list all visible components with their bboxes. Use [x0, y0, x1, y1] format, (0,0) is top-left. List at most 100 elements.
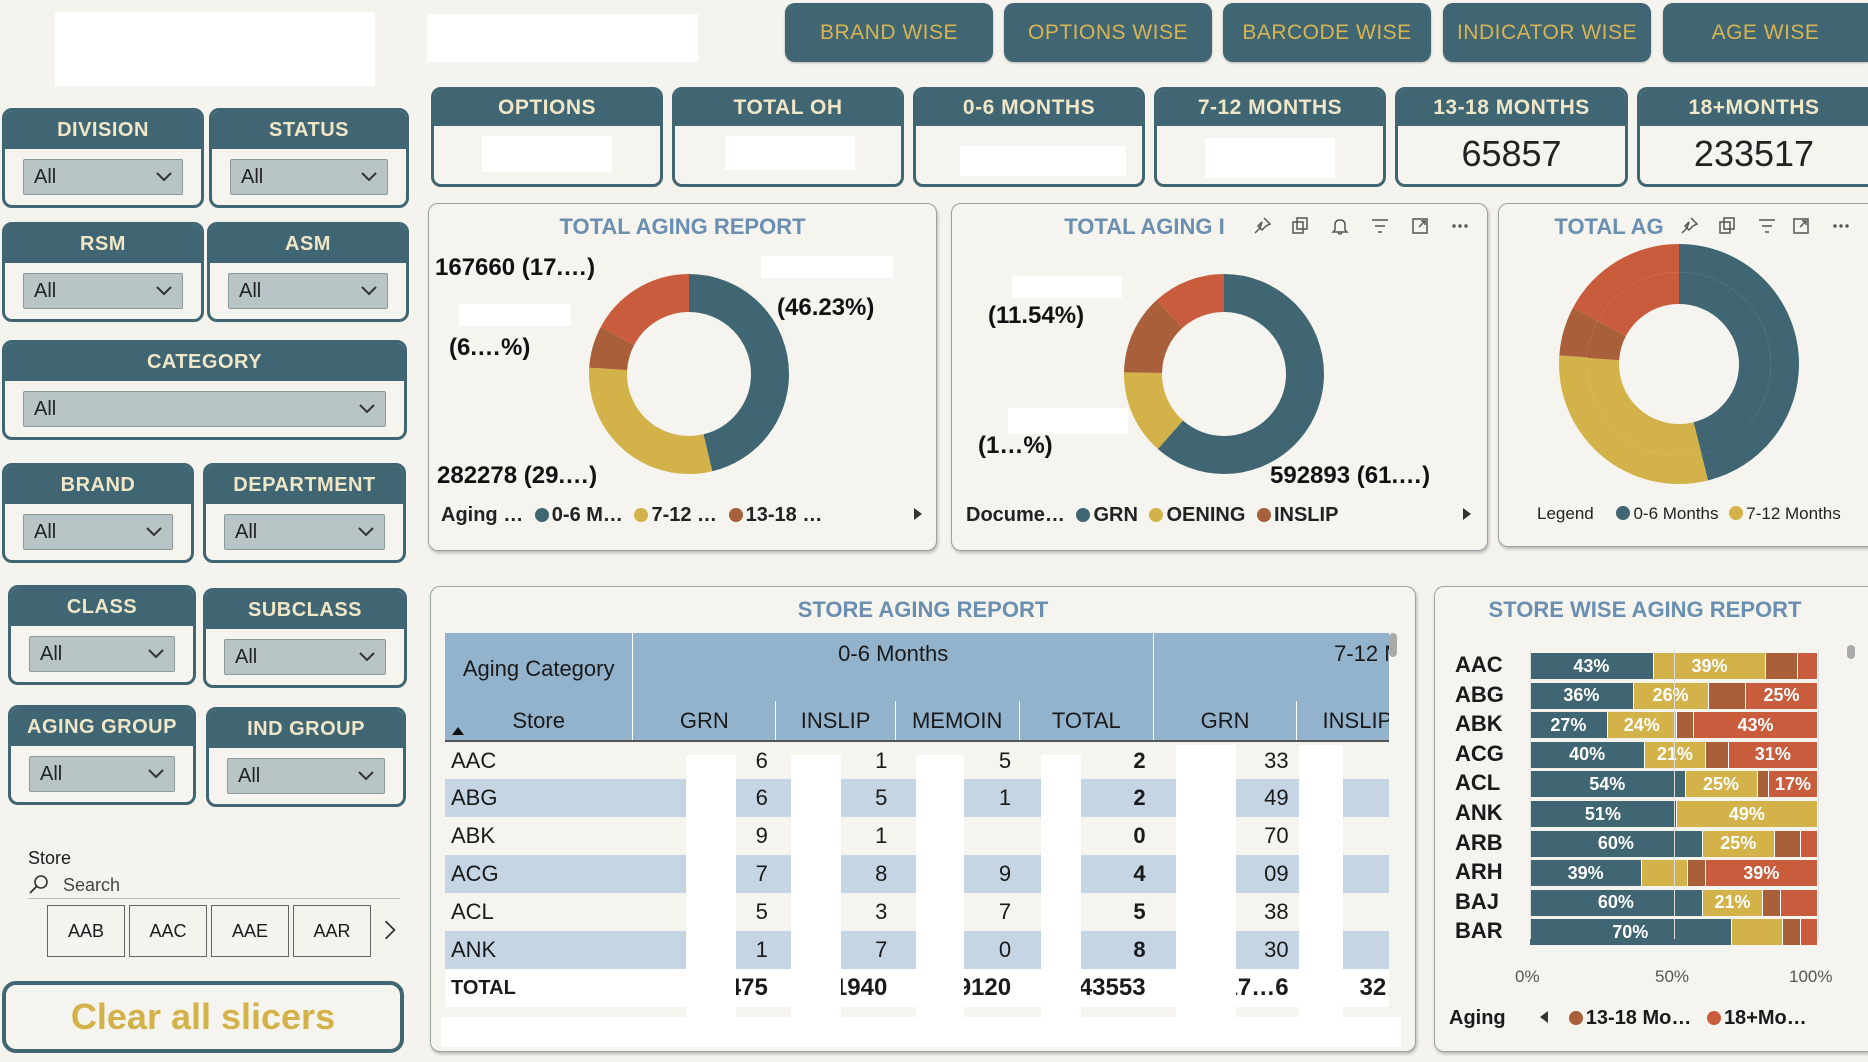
status-slicer: STATUS All — [209, 108, 409, 208]
subclass-dropdown[interactable]: All — [224, 639, 386, 675]
segment-18-plus-months[interactable] — [1800, 919, 1818, 946]
segment-7-12-months[interactable] — [1731, 919, 1784, 946]
segment-18-plus-months[interactable]: 31% — [1728, 741, 1818, 768]
store-aging-report-table[interactable]: STORE AGING REPORT Aging Category 0-6 Mo… — [430, 586, 1416, 1052]
column-header[interactable]: INSLIP — [1296, 701, 1389, 741]
segment-18-plus-months[interactable] — [1800, 830, 1818, 857]
bell-icon[interactable] — [1330, 216, 1350, 236]
nav-barcode-wise-button[interactable]: BARCODE WISE — [1223, 3, 1431, 62]
segment-18-plus-months[interactable]: 25% — [1745, 682, 1818, 709]
copy-icon[interactable] — [1717, 216, 1737, 236]
department-dropdown[interactable]: All — [224, 514, 385, 550]
asm-dropdown[interactable]: All — [228, 273, 388, 309]
store-label: BAJ — [1455, 888, 1500, 914]
total-aging-document-chart[interactable]: TOTAL AGING I (11.54%) (1…%) 592893 (61.… — [951, 203, 1488, 551]
segment-0-6-months[interactable]: 36% — [1530, 682, 1634, 709]
brand-dropdown[interactable]: All — [23, 514, 173, 550]
segment-13-18-months[interactable] — [1774, 830, 1801, 857]
column-header[interactable]: MEMOIN — [894, 701, 1020, 741]
asm-slicer: ASM All — [207, 222, 409, 322]
segment-0-6-months[interactable]: 60% — [1530, 889, 1703, 916]
total-aging-report-chart[interactable]: TOTAL AGING REPORT 167660 (17.…) (46.23%… — [428, 203, 937, 551]
pin-icon[interactable] — [1679, 216, 1699, 236]
ind-group-dropdown[interactable]: All — [227, 758, 385, 794]
column-header[interactable]: INSLIP — [775, 701, 896, 741]
legend-next-icon[interactable] — [1462, 507, 1472, 521]
segment-7-12-months[interactable] — [1642, 860, 1689, 887]
nav-age-wise-button[interactable]: AGE WISE — [1663, 3, 1868, 62]
total-aging-sunburst-chart[interactable]: TOTAL AG Legend 0-6 Months 7-12 Months — [1498, 203, 1868, 547]
clear-all-slicers-button[interactable]: Clear all slicers — [2, 981, 404, 1053]
segment-0-6-months[interactable]: 27% — [1530, 712, 1608, 739]
store-header[interactable]: Store — [445, 701, 633, 741]
status-dropdown[interactable]: All — [230, 159, 388, 195]
store-chip[interactable]: AAE — [211, 905, 289, 957]
segment-7-12-months[interactable]: 24% — [1607, 712, 1677, 739]
legend-next-icon[interactable] — [913, 507, 923, 521]
vertical-scrollbar[interactable] — [1389, 633, 1399, 1013]
segment-0-6-months[interactable]: 43% — [1530, 653, 1654, 679]
store-chip[interactable]: AAR — [293, 905, 371, 957]
segment-13-18-months[interactable] — [1783, 919, 1801, 946]
rsm-dropdown[interactable]: All — [23, 273, 183, 309]
filter-icon[interactable] — [1370, 216, 1390, 236]
segment-7-12-months[interactable]: 21% — [1645, 741, 1706, 768]
redaction — [761, 256, 893, 278]
segment-18-plus-months[interactable]: 39% — [1705, 860, 1818, 887]
segment-7-12-months[interactable]: 26% — [1633, 682, 1709, 709]
segment-18-plus-months[interactable] — [1780, 889, 1818, 916]
more-options-icon[interactable] — [1450, 216, 1470, 236]
class-dropdown[interactable]: All — [29, 636, 175, 672]
column-header[interactable]: GRN — [1153, 701, 1297, 741]
redaction — [725, 136, 855, 170]
copy-icon[interactable] — [1290, 216, 1310, 236]
chevron-down-icon — [359, 404, 375, 414]
segment-18-plus-months[interactable]: 43% — [1694, 712, 1818, 739]
filter-icon[interactable] — [1757, 216, 1777, 236]
segment-7-12-months[interactable]: 49% — [1676, 801, 1818, 827]
segment-0-6-months[interactable]: 39% — [1530, 860, 1643, 887]
segment-13-18-months[interactable] — [1757, 771, 1770, 798]
segment-13-18-months[interactable] — [1708, 682, 1746, 709]
segment-18-plus-months[interactable]: 17% — [1769, 771, 1818, 798]
redaction — [686, 755, 736, 1035]
chevron-down-icon — [146, 527, 162, 537]
store-chip[interactable]: AAB — [47, 905, 125, 957]
focus-mode-icon[interactable] — [1791, 216, 1811, 236]
legend-prev-icon[interactable] — [1539, 1010, 1549, 1024]
division-dropdown[interactable]: All — [23, 159, 183, 195]
nav-indicator-wise-button[interactable]: INDICATOR WISE — [1443, 3, 1651, 62]
aging-group-dropdown[interactable]: All — [29, 756, 175, 792]
chevron-right-icon[interactable] — [383, 918, 397, 942]
more-options-icon[interactable] — [1831, 216, 1851, 236]
segment-13-18-months[interactable] — [1766, 653, 1798, 679]
store-label: ABK — [1455, 711, 1503, 737]
segment-0-6-months[interactable]: 70% — [1530, 919, 1732, 946]
segment-13-18-months[interactable] — [1705, 741, 1729, 768]
segment-13-18-months[interactable] — [1676, 712, 1695, 739]
scrollbar-thumb[interactable] — [1389, 633, 1397, 657]
segment-0-6-months[interactable]: 60% — [1530, 830, 1703, 857]
segment-7-12-months[interactable]: 21% — [1702, 889, 1764, 916]
segment-7-12-months[interactable]: 25% — [1702, 830, 1775, 857]
focus-mode-icon[interactable] — [1410, 216, 1430, 236]
segment-13-18-months[interactable] — [1688, 860, 1706, 887]
segment-7-12-months[interactable]: 25% — [1685, 771, 1758, 798]
nav-brand-wise-button[interactable]: BRAND WISE — [785, 3, 993, 62]
segment-13-18-months[interactable] — [1763, 889, 1781, 916]
segment-18-plus-months[interactable] — [1797, 653, 1818, 679]
column-header[interactable]: GRN — [632, 701, 776, 741]
vertical-scrollbar[interactable] — [1847, 645, 1857, 945]
scrollbar-thumb[interactable] — [1847, 645, 1855, 659]
pin-icon[interactable] — [1252, 216, 1272, 236]
segment-0-6-months[interactable]: 54% — [1530, 771, 1686, 798]
column-header[interactable]: TOTAL — [1018, 701, 1154, 741]
category-dropdown[interactable]: All — [23, 391, 386, 427]
segment-0-6-months[interactable]: 51% — [1530, 801, 1677, 827]
segment-0-6-months[interactable]: 40% — [1530, 741, 1646, 768]
nav-options-wise-button[interactable]: OPTIONS WISE — [1004, 3, 1212, 62]
segment-7-12-months[interactable]: 39% — [1653, 653, 1767, 679]
store-search[interactable]: Search — [28, 873, 400, 899]
store-wise-aging-report-chart[interactable]: STORE WISE AGING REPORT AAC 43% 39% ABG 36% 2… — [1434, 586, 1868, 1052]
store-chip[interactable]: AAC — [129, 905, 207, 957]
